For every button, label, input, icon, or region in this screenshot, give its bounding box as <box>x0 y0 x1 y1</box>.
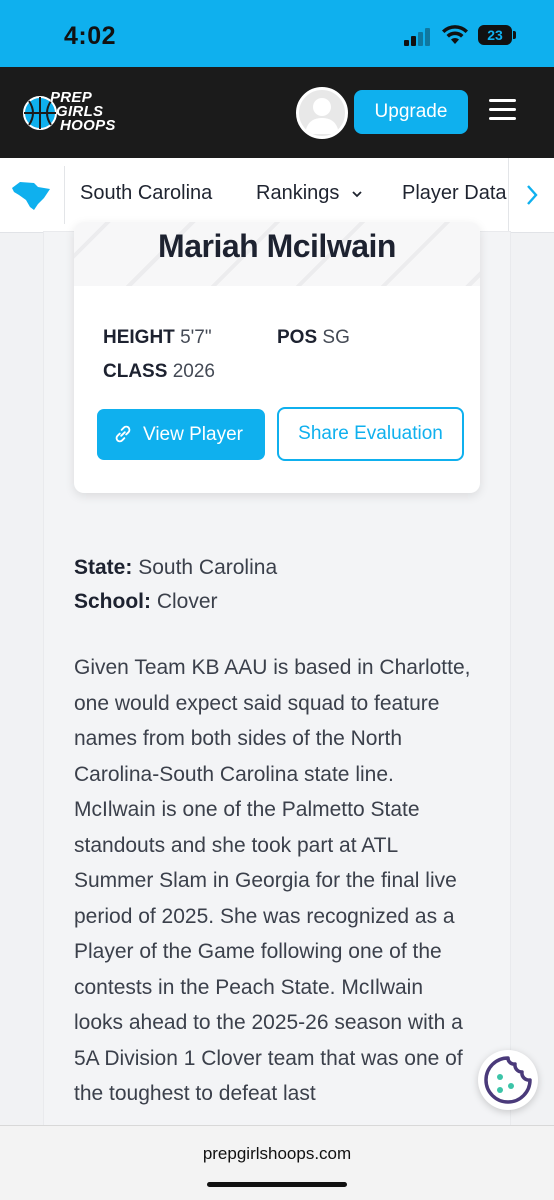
share-evaluation-button[interactable]: Share Evaluation <box>277 407 464 461</box>
stat-class-value: 2026 <box>172 361 215 382</box>
state-label: State: <box>74 556 133 579</box>
stat-pos-label: POS <box>277 327 318 348</box>
upgrade-button[interactable]: Upgrade <box>354 90 468 134</box>
stat-pos: POS SG <box>277 327 350 349</box>
view-player-label: View Player <box>143 424 243 445</box>
stat-height: HEIGHT 5'7" <box>103 327 212 349</box>
battery-icon: 23 <box>478 25 512 45</box>
player-name: Mariah Mcilwain <box>158 228 396 264</box>
link-icon <box>115 425 131 443</box>
south-carolina-state-icon[interactable] <box>10 180 52 212</box>
stat-class-label: CLASS <box>103 361 168 382</box>
cellular-signal-icon <box>404 28 432 46</box>
view-player-button[interactable]: View Player <box>97 409 265 460</box>
wifi-icon <box>442 25 468 44</box>
state-value: South Carolina <box>138 556 278 579</box>
school-line: School: Clover <box>74 590 218 614</box>
card-banner: Mariah Mcilwain <box>74 222 480 286</box>
menu-icon[interactable] <box>489 99 516 121</box>
home-indicator <box>207 1182 347 1187</box>
cookie-icon <box>484 1056 532 1104</box>
battery-level: 23 <box>487 27 503 43</box>
state-line: State: South Carolina <box>74 556 277 580</box>
site-header: PREP GIRLS HOOPS Upgrade <box>0 67 554 158</box>
school-value: Clover <box>156 590 218 613</box>
nav-item-rankings[interactable]: Rankings <box>256 182 363 205</box>
site-logo[interactable]: PREP GIRLS HOOPS <box>22 87 115 139</box>
stat-pos-value: SG <box>322 327 350 348</box>
user-silhouette-icon <box>305 98 339 134</box>
cookie-settings-button[interactable] <box>478 1050 538 1110</box>
stat-class: CLASS 2026 <box>103 361 215 383</box>
nav-scroll-right-button[interactable] <box>508 158 554 232</box>
logo-line-3: HOOPS <box>60 117 116 134</box>
chevron-down-icon <box>352 191 362 197</box>
url-text[interactable]: prepgirlshoops.com <box>0 1144 554 1164</box>
user-avatar[interactable] <box>296 87 348 139</box>
nav-item-south-carolina[interactable]: South Carolina <box>80 182 212 205</box>
nav-divider <box>64 166 65 224</box>
main-content: Mariah Mcilwain HEIGHT 5'7" POS SG CLASS… <box>44 222 510 1125</box>
chevron-right-icon <box>527 185 538 205</box>
nav-item-player-data[interactable]: Player Data <box>402 182 507 205</box>
status-bar: 4:02 23 <box>0 0 554 67</box>
nav-item-rankings-label: Rankings <box>256 182 340 204</box>
school-label: School: <box>74 590 151 613</box>
player-card: Mariah Mcilwain HEIGHT 5'7" POS SG CLASS… <box>74 222 480 493</box>
evaluation-text: Given Team KB AAU is based in Charlotte,… <box>74 656 471 1105</box>
browser-url-bar[interactable]: prepgirlshoops.com <box>0 1125 554 1200</box>
stat-height-value: 5'7" <box>180 327 212 348</box>
stat-height-label: HEIGHT <box>103 327 175 348</box>
battery-tip <box>513 31 516 39</box>
status-time: 4:02 <box>64 22 117 50</box>
